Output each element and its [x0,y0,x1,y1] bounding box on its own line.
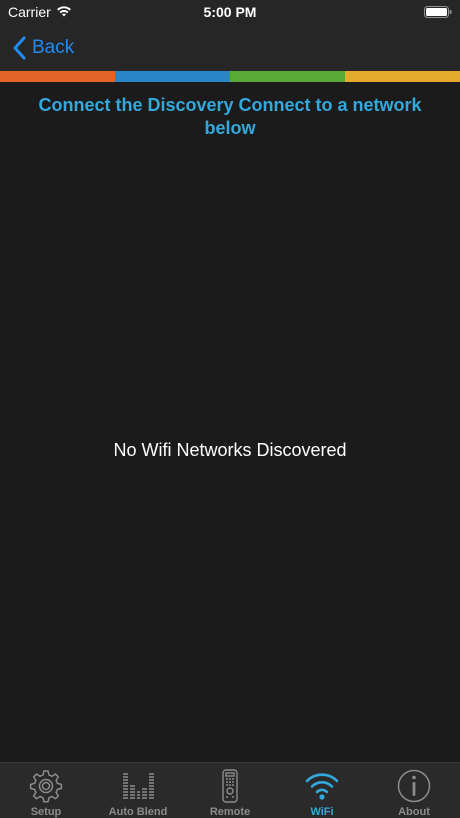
wifi-icon [305,773,339,800]
tab-label-auto-blend: Auto Blend [108,806,168,818]
strip-segment-yellow [345,71,460,82]
remote-control-icon [222,769,238,803]
info-icon [397,769,431,803]
network-list-area: Connect the Discovery Connect to a netwo… [0,82,460,762]
tab-label-remote: Remote [209,806,251,818]
status-time: 5:00 PM [203,4,257,20]
strip-segment-orange [0,71,115,82]
gear-icon [29,770,63,803]
tab-remote[interactable]: Remote [184,763,276,818]
tab-wifi[interactable]: WiFi [276,763,368,818]
navigation-bar: Back [0,24,460,71]
status-bar: Carrier 5:00 PM [0,0,460,24]
equalizer-icon [123,773,154,799]
tab-label-setup: Setup [30,806,62,818]
empty-state-message: No Wifi Networks Discovered [113,440,347,460]
strip-segment-blue [115,71,230,82]
tab-label-about: About [398,806,430,818]
tab-auto-blend[interactable]: Auto Blend [92,763,184,818]
tab-bar: Setup Auto Blend Remote WiFi About [0,762,460,818]
page-heading: Connect the Discovery Connect to a netwo… [38,95,422,138]
battery-icon [424,6,452,18]
tab-label-wifi: WiFi [310,806,334,818]
tab-setup[interactable]: Setup [0,763,92,818]
tab-about[interactable]: About [368,763,460,818]
color-strip [0,71,460,82]
strip-segment-green [230,71,345,82]
back-button[interactable]: Back [12,34,74,62]
chevron-left-icon [13,36,26,60]
back-label: Back [32,37,75,58]
